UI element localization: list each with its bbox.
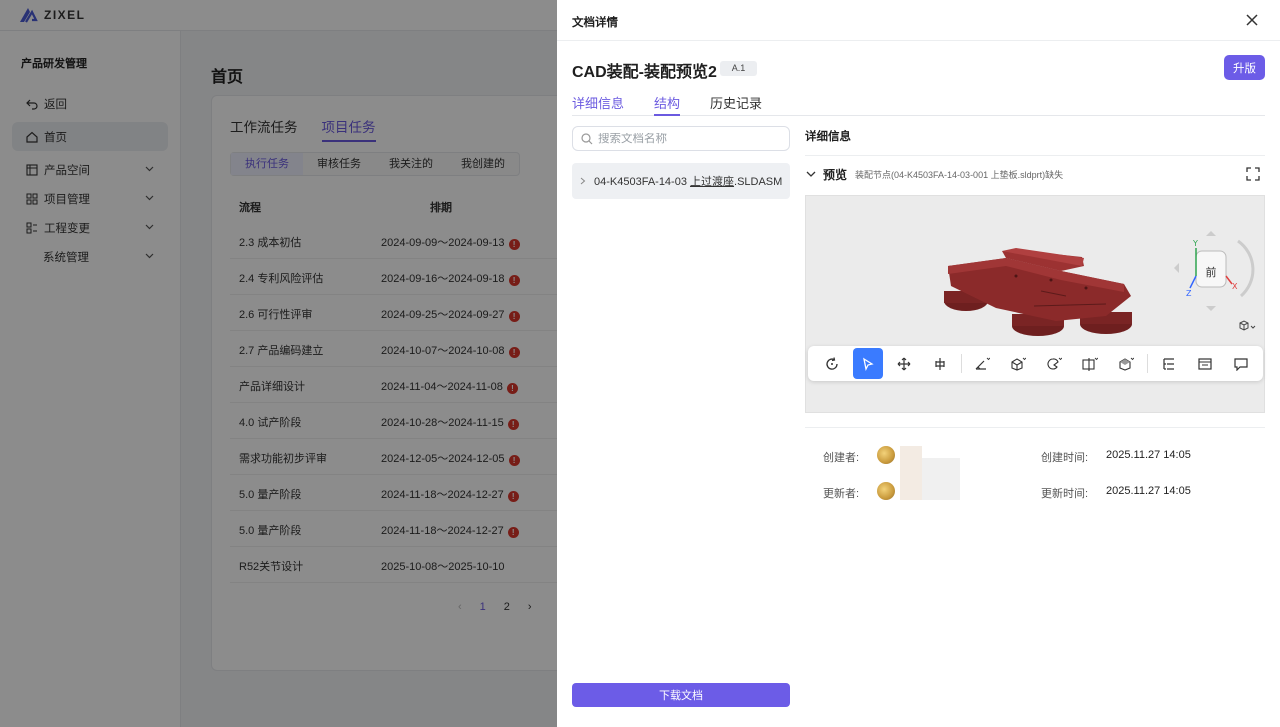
measure-tool[interactable] [967, 348, 997, 379]
version-badge: A.1 [720, 61, 757, 76]
toolbar-divider [1147, 354, 1148, 373]
upgrade-version-button[interactable]: 升版 [1224, 55, 1265, 80]
view-mode-dropdown-icon[interactable] [1238, 320, 1258, 332]
properties-icon [1198, 357, 1212, 370]
explode-icon [935, 357, 945, 370]
preview-label: 预览 [823, 167, 848, 182]
section-tool[interactable] [1003, 348, 1033, 379]
close-icon[interactable] [1244, 12, 1260, 28]
tree-item-label: 04-K4503FA-14-03 上过渡座.SLDASM [594, 176, 783, 188]
axis-x-label: X [1232, 282, 1238, 291]
pan-tool[interactable] [889, 348, 919, 379]
redacted-name [922, 458, 960, 500]
download-document-button[interactable]: 下载文档 [572, 683, 790, 707]
creator-avatar [877, 446, 895, 464]
axis-z-label: Z [1186, 289, 1192, 298]
palette-icon [1047, 357, 1062, 369]
modal-overlay[interactable] [0, 0, 557, 727]
rotate-icon [826, 356, 838, 370]
preview-missing-note: 装配节点(04-K4503FA-14-03-001 上垫板.sldprt)缺失 [855, 169, 1064, 180]
document-title: CAD装配-装配预览2 [572, 64, 717, 81]
tab-structure[interactable]: 结构 [654, 93, 681, 116]
view-cube-gizmo[interactable]: 前 Z Y X [1166, 226, 1256, 316]
structure-tree-item[interactable]: 04-K4503FA-14-03 上过渡座.SLDASM [572, 163, 790, 199]
updated-time-label: 更新时间: [1041, 488, 1089, 500]
split-view-icon [1082, 357, 1098, 371]
chevron-right-icon[interactable] [580, 177, 586, 185]
drawer-tabs: 详细信息 结构 历史记录 [572, 93, 1265, 116]
detail-section-title: 详细信息 [805, 131, 851, 143]
drawer-title: 文档详情 [572, 17, 618, 29]
created-time-label: 创建时间: [1041, 452, 1089, 464]
annotation-tool[interactable] [1226, 348, 1256, 379]
chevron-down-icon[interactable] [805, 169, 817, 179]
model-tree-tool[interactable] [1154, 348, 1184, 379]
render-mode-tool[interactable] [1039, 348, 1069, 379]
explode-tool[interactable] [925, 348, 955, 379]
drawer-header: 文档详情 [557, 0, 1280, 41]
properties-tool[interactable] [1190, 348, 1220, 379]
tree-list-icon [1163, 357, 1174, 370]
search-input[interactable] [598, 132, 778, 145]
document-detail-drawer: 文档详情 CAD装配-装配预览2 A.1 升版 详细信息 结构 历史记录 04-… [557, 0, 1280, 727]
redacted-name [900, 446, 922, 500]
appearance-tool[interactable] [1111, 348, 1141, 379]
toolbar-divider [961, 354, 962, 373]
updater-avatar [877, 482, 895, 500]
divider [805, 155, 1265, 156]
cube-cut-icon [1011, 357, 1026, 371]
move-icon [897, 357, 911, 370]
shaded-cube-icon [1119, 357, 1134, 371]
view-cube-front-label: 前 [1206, 265, 1217, 279]
axis-y-label: Y [1192, 239, 1198, 248]
cad-3d-viewer[interactable]: 前 Z Y X [805, 195, 1265, 413]
clip-plane-tool[interactable] [1075, 348, 1105, 379]
search-icon [581, 132, 593, 144]
tab-details[interactable]: 详细信息 [572, 93, 624, 116]
measure-icon [975, 357, 990, 370]
updated-time-value: 2025.11.27 14:05 [1106, 485, 1191, 497]
tab-history[interactable]: 历史记录 [710, 93, 762, 116]
comment-icon [1234, 357, 1248, 371]
fullscreen-icon[interactable] [1246, 167, 1260, 181]
cursor-icon [863, 357, 874, 371]
divider [805, 427, 1265, 428]
preview-header: 预览 装配节点(04-K4503FA-14-03-001 上垫板.sldprt)… [805, 165, 1265, 183]
rotate-tool[interactable] [817, 348, 847, 379]
created-time-value: 2025.11.27 14:05 [1106, 449, 1191, 461]
updater-label: 更新者: [823, 488, 860, 500]
select-tool[interactable] [853, 348, 883, 379]
creator-label: 创建者: [823, 452, 860, 464]
document-search [572, 126, 790, 151]
viewer-toolbar [808, 346, 1263, 381]
